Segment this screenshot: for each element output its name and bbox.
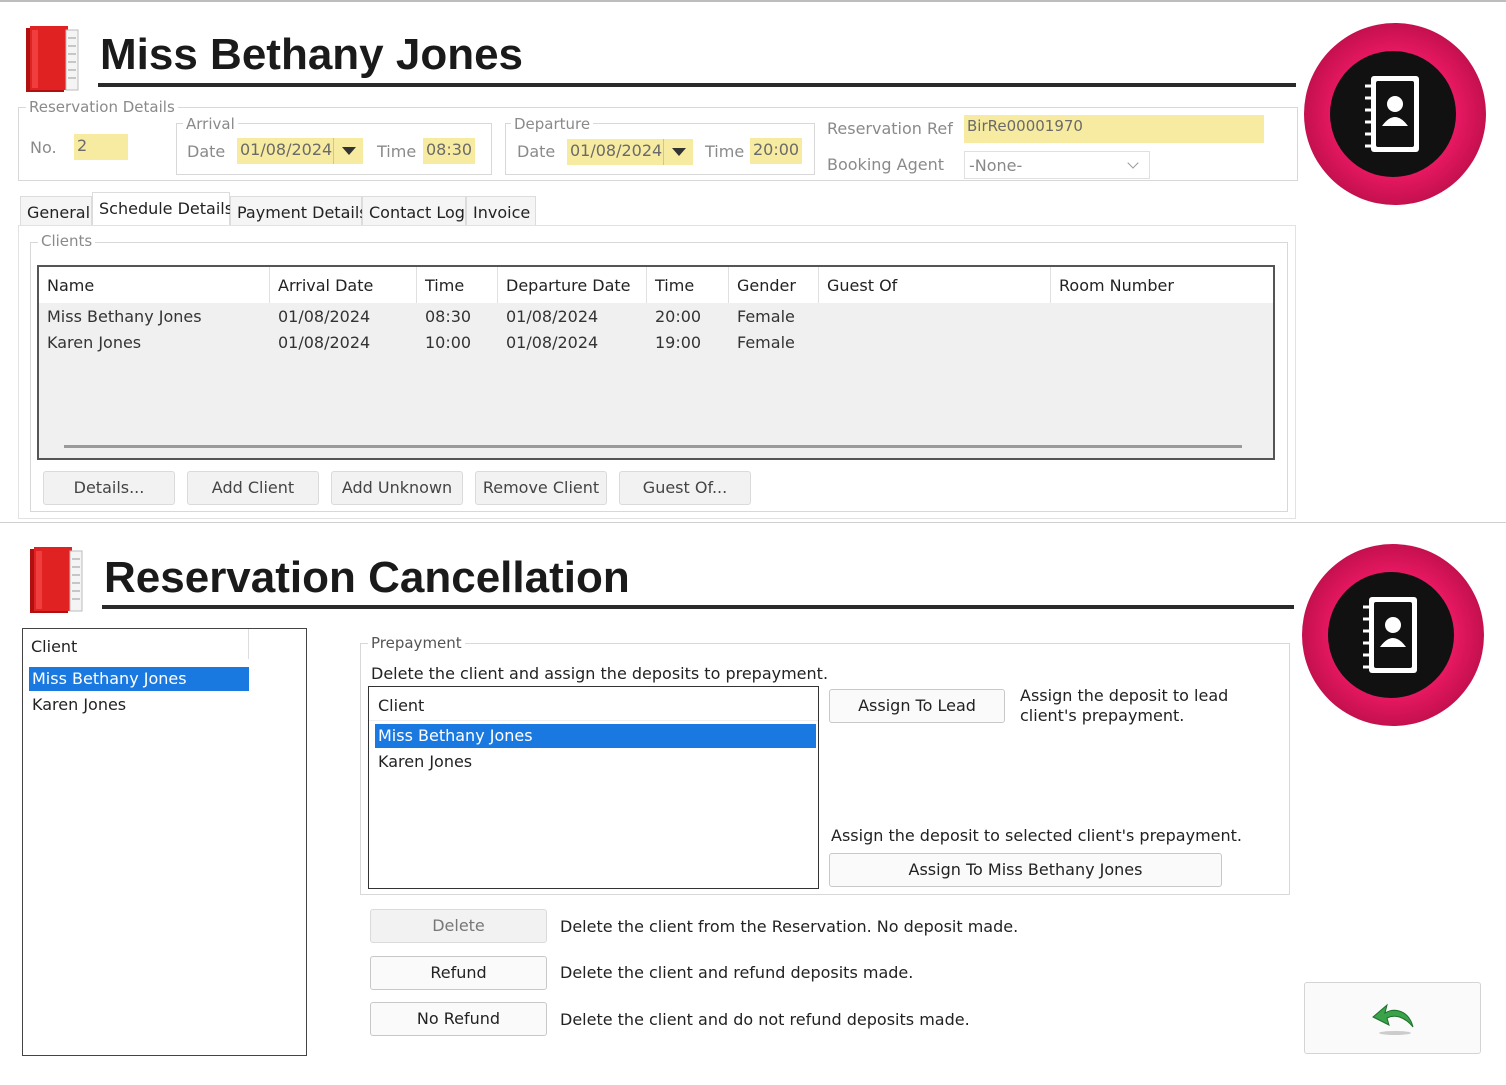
address-book-icon [30, 547, 83, 613]
tab-general[interactable]: General [20, 196, 92, 226]
assign-to-selected-client-button[interactable]: Assign To Miss Bethany Jones [829, 853, 1222, 887]
prepayment-legend: Prepayment [368, 634, 465, 652]
cell-departure-date: 01/08/2024 [506, 333, 599, 352]
departure-date-dropdown-icon[interactable] [663, 139, 693, 165]
cell-name: Miss Bethany Jones [47, 307, 202, 326]
refund-button[interactable]: Refund [370, 956, 547, 990]
arrival-time-label: Time [377, 142, 417, 161]
remove-client-button[interactable]: Remove Client [475, 471, 607, 505]
tab-invoice[interactable]: Invoice [466, 196, 536, 226]
tab-schedule-details[interactable]: Schedule Details [92, 192, 233, 226]
undo-button[interactable] [1304, 982, 1481, 1054]
title-underline [102, 605, 1294, 609]
cancellation-window: Reservation Cancellation Client Miss Bet… [0, 522, 1506, 1085]
page-title: Reservation Cancellation [104, 553, 630, 602]
arrival-time-field[interactable]: 08:30 [423, 138, 475, 164]
title-underline [98, 83, 1296, 87]
booking-agent-label: Booking Agent [827, 155, 945, 174]
tab-payment-details[interactable]: Payment Details [230, 196, 368, 226]
contacts-logo-icon [1304, 23, 1486, 205]
client-list-header-label: Client [31, 637, 78, 656]
refund-description: Delete the client and refund deposits ma… [560, 963, 914, 982]
arrival-date-dropdown-icon[interactable] [333, 138, 363, 164]
client-list[interactable]: Client Miss Bethany Jones Karen Jones [22, 628, 307, 1056]
list-item[interactable]: Karen Jones [32, 695, 126, 714]
client-list-header: Client [23, 629, 249, 659]
booking-agent-value: -None- [969, 156, 1023, 175]
details-button[interactable]: Details... [43, 471, 175, 505]
delete-button[interactable]: Delete [370, 909, 547, 943]
table-row[interactable]: Miss Bethany Jones 01/08/2024 08:30 01/0… [39, 305, 1273, 331]
column-header-name[interactable]: Name [47, 276, 94, 295]
assign-lead-description-line1: Assign the deposit to lead [1020, 686, 1229, 705]
page-title: Miss Bethany Jones [100, 30, 524, 79]
assign-lead-description-line2: client's prepayment. [1020, 706, 1185, 725]
reservation-no-field[interactable]: 2 [74, 134, 128, 160]
column-header-gender[interactable]: Gender [737, 276, 796, 295]
prepayment-client-list[interactable]: Client Miss Bethany Jones Karen Jones [368, 686, 819, 889]
cell-arrival-time: 08:30 [425, 307, 472, 326]
tab-contact-log[interactable]: Contact Log [362, 196, 466, 226]
list-item[interactable]: Miss Bethany Jones [375, 724, 816, 748]
cell-departure-time: 19:00 [655, 333, 702, 352]
column-header-room-number[interactable]: Room Number [1059, 276, 1174, 295]
column-header-guest-of[interactable]: Guest Of [827, 276, 897, 295]
table-header-row: Name Arrival Date Time Departure Date Ti… [39, 267, 1273, 303]
cell-arrival-date: 01/08/2024 [278, 333, 371, 352]
cell-gender: Female [737, 333, 795, 352]
reservation-window: Miss Bethany Jones Reservation Details N… [0, 0, 1506, 522]
cell-name: Karen Jones [47, 333, 142, 352]
address-book-icon [26, 26, 79, 92]
departure-time-field[interactable]: 20:00 [750, 138, 802, 164]
column-header-arrival-time[interactable]: Time [425, 276, 464, 295]
arrival-date-label: Date [187, 142, 226, 161]
cell-departure-date: 01/08/2024 [506, 307, 599, 326]
contacts-logo-icon [1302, 544, 1484, 726]
departure-date-field[interactable]: 01/08/2024 [567, 139, 663, 165]
list-item[interactable]: Miss Bethany Jones [29, 667, 249, 691]
add-client-button[interactable]: Add Client [187, 471, 319, 505]
departure-date-label: Date [517, 142, 556, 161]
column-header-departure-date[interactable]: Departure Date [506, 276, 631, 295]
guest-of-button[interactable]: Guest Of... [619, 471, 751, 505]
delete-description: Delete the client from the Reservation. … [560, 917, 1019, 936]
prepayment-description: Delete the client and assign the deposit… [371, 664, 829, 683]
prepay-list-header-label: Client [378, 696, 425, 715]
departure-legend: Departure [511, 115, 594, 133]
add-unknown-button[interactable]: Add Unknown [331, 471, 463, 505]
table-row[interactable]: Karen Jones 01/08/2024 10:00 01/08/2024 … [39, 331, 1273, 357]
arrival-legend: Arrival [183, 115, 238, 133]
departure-time-label: Time [705, 142, 745, 161]
clients-table[interactable]: Name Arrival Date Time Departure Date Ti… [37, 265, 1275, 460]
prepay-list-header: Client [369, 687, 818, 721]
assign-to-lead-button[interactable]: Assign To Lead [829, 689, 1005, 723]
cell-departure-time: 20:00 [655, 307, 702, 326]
assign-selected-description: Assign the deposit to selected client's … [831, 826, 1242, 845]
clients-legend: Clients [38, 232, 96, 250]
cell-arrival-date: 01/08/2024 [278, 307, 371, 326]
undo-arrow-icon [1372, 1003, 1414, 1035]
no-refund-button[interactable]: No Refund [370, 1002, 547, 1036]
chevron-down-icon [1127, 157, 1139, 169]
reservation-ref-label: Reservation Ref [827, 119, 953, 138]
column-header-departure-time[interactable]: Time [655, 276, 694, 295]
reservation-ref-field[interactable]: BirRe00001970 [964, 115, 1264, 143]
arrival-date-field[interactable]: 01/08/2024 [237, 138, 333, 164]
cell-arrival-time: 10:00 [425, 333, 472, 352]
horizontal-scrollbar[interactable] [64, 445, 1242, 448]
reservation-details-legend: Reservation Details [26, 98, 178, 116]
no-label: No. [30, 138, 57, 157]
column-header-arrival-date[interactable]: Arrival Date [278, 276, 373, 295]
no-refund-description: Delete the client and do not refund depo… [560, 1010, 970, 1029]
cell-gender: Female [737, 307, 795, 326]
list-item[interactable]: Karen Jones [378, 752, 472, 771]
booking-agent-select[interactable]: -None- [964, 151, 1150, 179]
